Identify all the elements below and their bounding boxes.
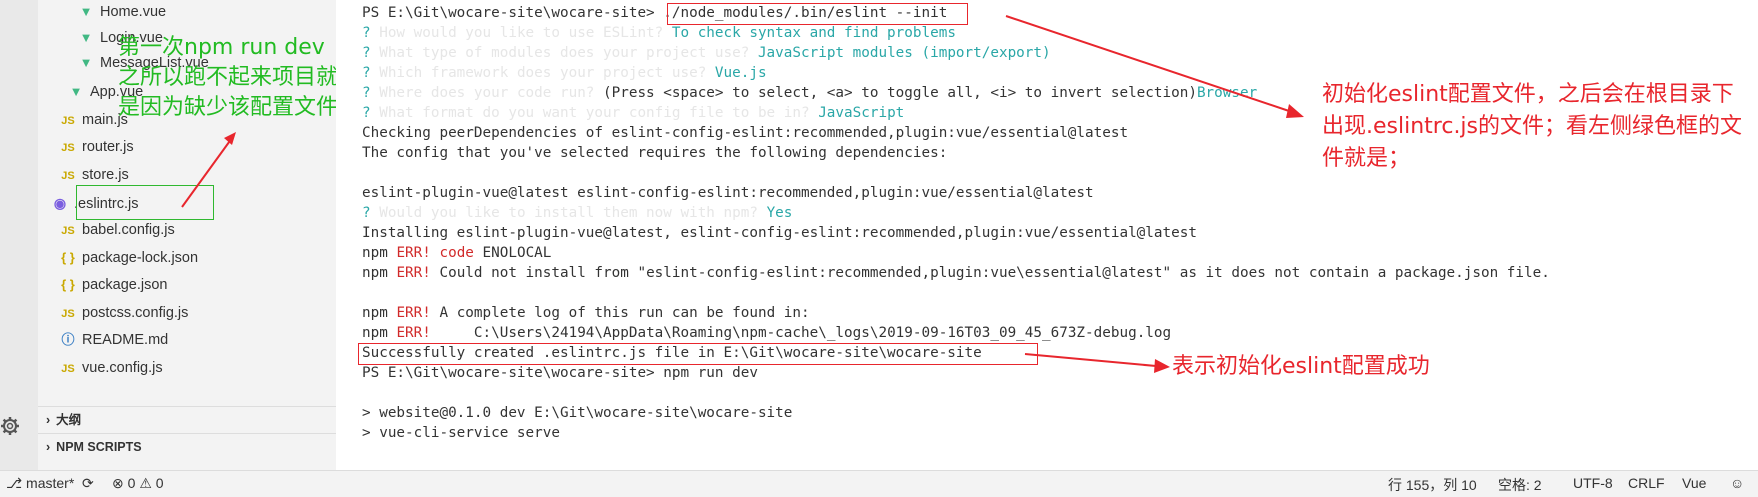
sync-icon[interactable]: ⟳ (82, 475, 94, 492)
arrow-to-success-note (1024, 353, 1157, 367)
error-icon: ⊗ (112, 475, 124, 491)
branch-status[interactable]: ⎇ master* (6, 475, 74, 492)
encoding-status[interactable]: UTF-8 (1573, 475, 1613, 491)
warning-count: 0 (155, 475, 164, 491)
indent-status[interactable]: 空格: 2 (1498, 475, 1542, 495)
arrow-to-green-note (181, 137, 233, 208)
problems-status[interactable]: ⊗ 0 ⚠ 0 (112, 475, 164, 492)
annotation-arrows (181, 15, 1304, 373)
language-status[interactable]: Vue (1682, 475, 1706, 491)
arrow-head (1154, 359, 1170, 373)
eol-status[interactable]: CRLF (1628, 475, 1665, 491)
arrow-head (224, 132, 236, 145)
red-annotation-init: 初始化eslint配置文件，之后会在根目录下出现.eslintrc.js的文件；… (1322, 82, 1743, 171)
branch-label: master* (26, 475, 75, 491)
arrow-head (1286, 104, 1304, 118)
warning-icon: ⚠ (139, 475, 152, 491)
status-bar: ⎇ master* ⟳ ⊗ 0 ⚠ 0 行 155，列 10 空格: 2 UTF… (0, 470, 1758, 497)
error-count: 0 (127, 475, 136, 491)
arrow-to-init-note (1005, 15, 1293, 113)
feedback-icon[interactable]: ☺ (1730, 475, 1744, 491)
red-annotation-success: 表示初始化eslint配置成功 (1172, 354, 1430, 379)
cursor-position[interactable]: 行 155，列 10 (1388, 475, 1477, 495)
git-branch-icon: ⎇ (6, 475, 23, 491)
